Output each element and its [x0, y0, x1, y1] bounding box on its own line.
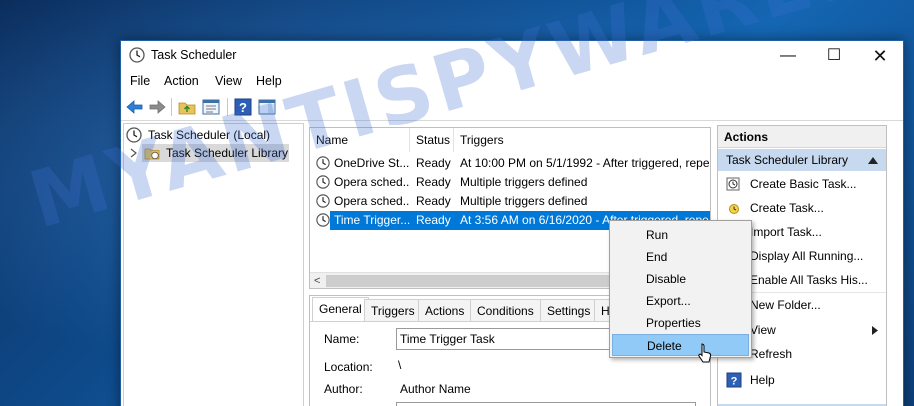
scroll-left-arrow[interactable]: < — [314, 273, 320, 288]
context-run[interactable]: Run — [612, 224, 749, 246]
context-menu: Run End Disable Export... Properties Del… — [609, 220, 752, 358]
task-status: Ready — [416, 175, 451, 189]
tab-actions[interactable]: Actions — [418, 299, 472, 321]
action-help[interactable]: ? Help — [718, 368, 886, 392]
author-label: Author: — [324, 382, 363, 396]
actions-header: Actions — [718, 126, 886, 148]
forward-arrow-icon[interactable] — [147, 97, 167, 117]
action-create-task[interactable]: Create Task... — [718, 196, 886, 220]
submenu-arrow-icon — [872, 326, 878, 335]
action-label: Enable All Tasks His... — [750, 273, 868, 287]
basic-task-icon — [726, 177, 740, 191]
task-clock-icon — [316, 194, 330, 208]
svg-text:?: ? — [731, 376, 738, 388]
action-label: View — [750, 323, 776, 337]
maximize-button[interactable]: ☐ — [811, 41, 857, 71]
author-value: Author Name — [400, 382, 471, 396]
task-name: Time Trigger... — [334, 213, 410, 227]
table-row[interactable]: Opera sched... Ready Multiple triggers d… — [310, 192, 710, 211]
actions-section-library[interactable]: Task Scheduler Library — [718, 149, 886, 171]
actions-section-label: Task Scheduler Library — [726, 153, 849, 167]
table-row[interactable]: OneDrive St... Ready At 10:00 PM on 5/1/… — [310, 154, 710, 173]
description-field[interactable] — [396, 402, 696, 406]
context-export[interactable]: Export... — [612, 290, 749, 312]
task-triggers: At 10:00 PM on 5/1/1992 - After triggere… — [460, 156, 710, 170]
context-disable[interactable]: Disable — [612, 268, 749, 290]
action-label: Display All Running... — [750, 249, 864, 263]
collapse-triangle-icon[interactable] — [868, 157, 878, 164]
toolbar-separator — [171, 98, 172, 116]
menu-view[interactable]: View — [215, 74, 242, 88]
back-arrow-icon[interactable] — [125, 97, 145, 117]
name-label: Name: — [324, 332, 360, 346]
column-header-triggers[interactable]: Triggers — [454, 128, 710, 152]
action-label: Refresh — [750, 347, 793, 361]
tab-conditions[interactable]: Conditions — [470, 299, 541, 321]
task-triggers: Multiple triggers defined — [460, 194, 588, 208]
window-title: Task Scheduler — [151, 48, 237, 62]
action-label: Help — [750, 373, 775, 387]
table-row[interactable]: Opera sched... Ready Multiple triggers d… — [310, 173, 710, 192]
context-properties[interactable]: Properties — [612, 312, 749, 334]
location-value: \ — [398, 358, 402, 372]
task-triggers: Multiple triggers defined — [460, 175, 588, 189]
task-name: Opera sched... — [334, 194, 410, 208]
scrollbar-thumb[interactable] — [326, 275, 614, 287]
task-status: Ready — [416, 156, 451, 170]
close-button[interactable]: ✕ — [857, 41, 903, 71]
location-label: Location: — [324, 360, 373, 374]
task-status: Ready — [416, 194, 451, 208]
action-label: Import Task... — [750, 225, 822, 239]
action-label: Create Basic Task... — [750, 177, 857, 191]
action-create-basic-task[interactable]: Create Basic Task... — [718, 172, 886, 196]
context-end[interactable]: End — [612, 246, 749, 268]
tab-triggers[interactable]: Triggers — [364, 299, 422, 321]
mouse-pointer-icon — [698, 343, 712, 363]
minimize-button[interactable]: — — [765, 41, 811, 71]
menu-file[interactable]: File — [130, 74, 150, 88]
menu-action[interactable]: Action — [164, 74, 199, 88]
tab-settings[interactable]: Settings — [540, 299, 598, 321]
help-icon: ? — [726, 372, 742, 388]
action-label: New Folder... — [750, 298, 821, 312]
action-label: Create Task... — [750, 201, 824, 215]
context-delete[interactable]: Delete — [612, 334, 749, 356]
task-clock-icon — [316, 175, 330, 189]
task-status: Ready — [416, 213, 451, 227]
tab-general[interactable]: General — [312, 297, 369, 321]
task-clock-icon — [316, 213, 330, 227]
task-name: Opera sched... — [334, 175, 410, 189]
create-task-icon — [729, 204, 739, 214]
clock-icon — [129, 47, 145, 63]
